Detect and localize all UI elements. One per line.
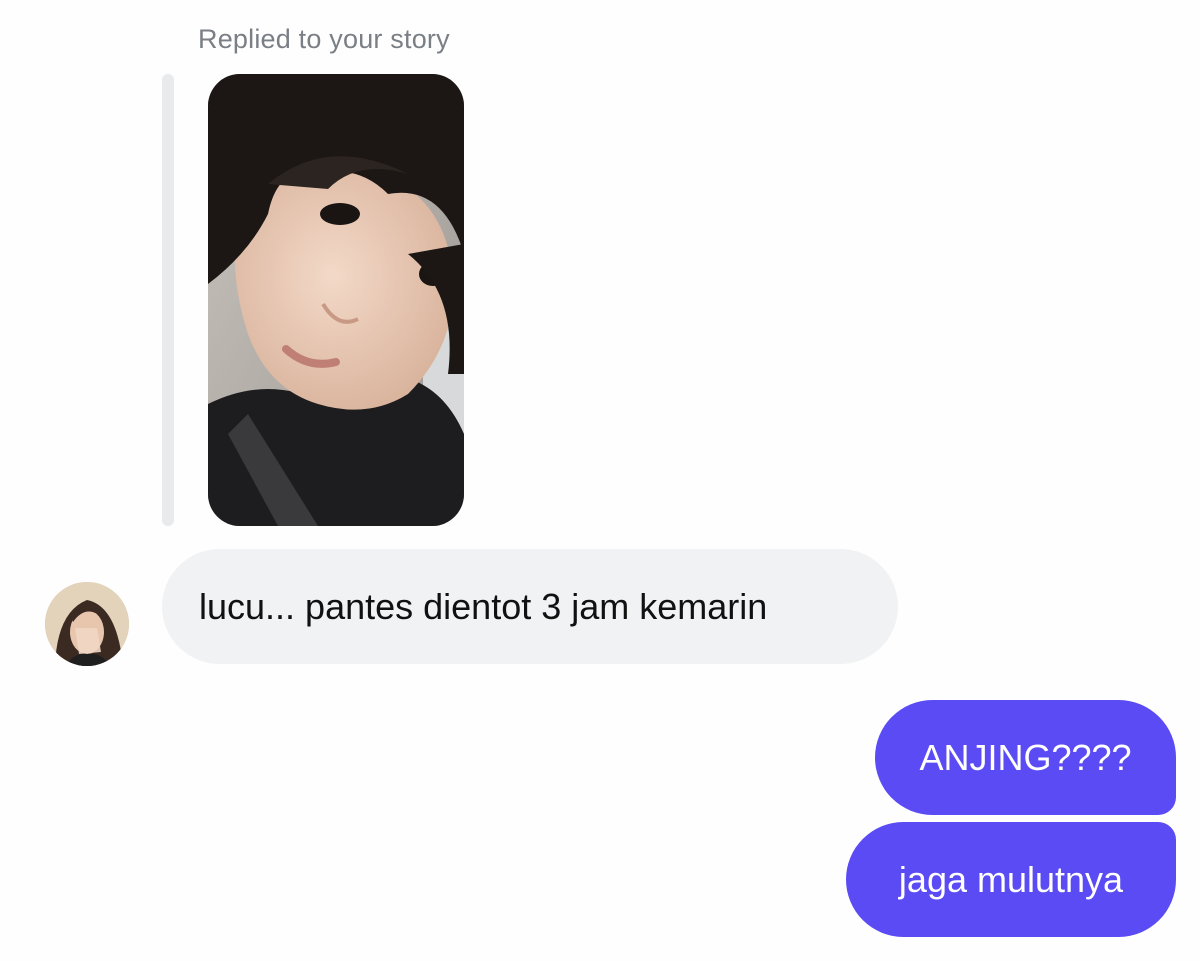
message-bubble-sent[interactable]: jaga mulutnya [846, 822, 1176, 937]
message-bubble-sent[interactable]: ANJING???? [875, 700, 1176, 815]
story-thumbnail[interactable] [208, 74, 464, 526]
avatar-photo-icon [45, 582, 129, 666]
reply-indicator-bar [162, 74, 174, 526]
chat-thread: Replied to your story lucu... pantes die… [0, 0, 1200, 961]
message-bubble-received[interactable]: lucu... pantes dientot 3 jam kemarin [162, 549, 898, 664]
avatar[interactable] [45, 582, 129, 666]
story-reply-label: Replied to your story [198, 24, 450, 54]
story-photo-icon [208, 74, 464, 526]
